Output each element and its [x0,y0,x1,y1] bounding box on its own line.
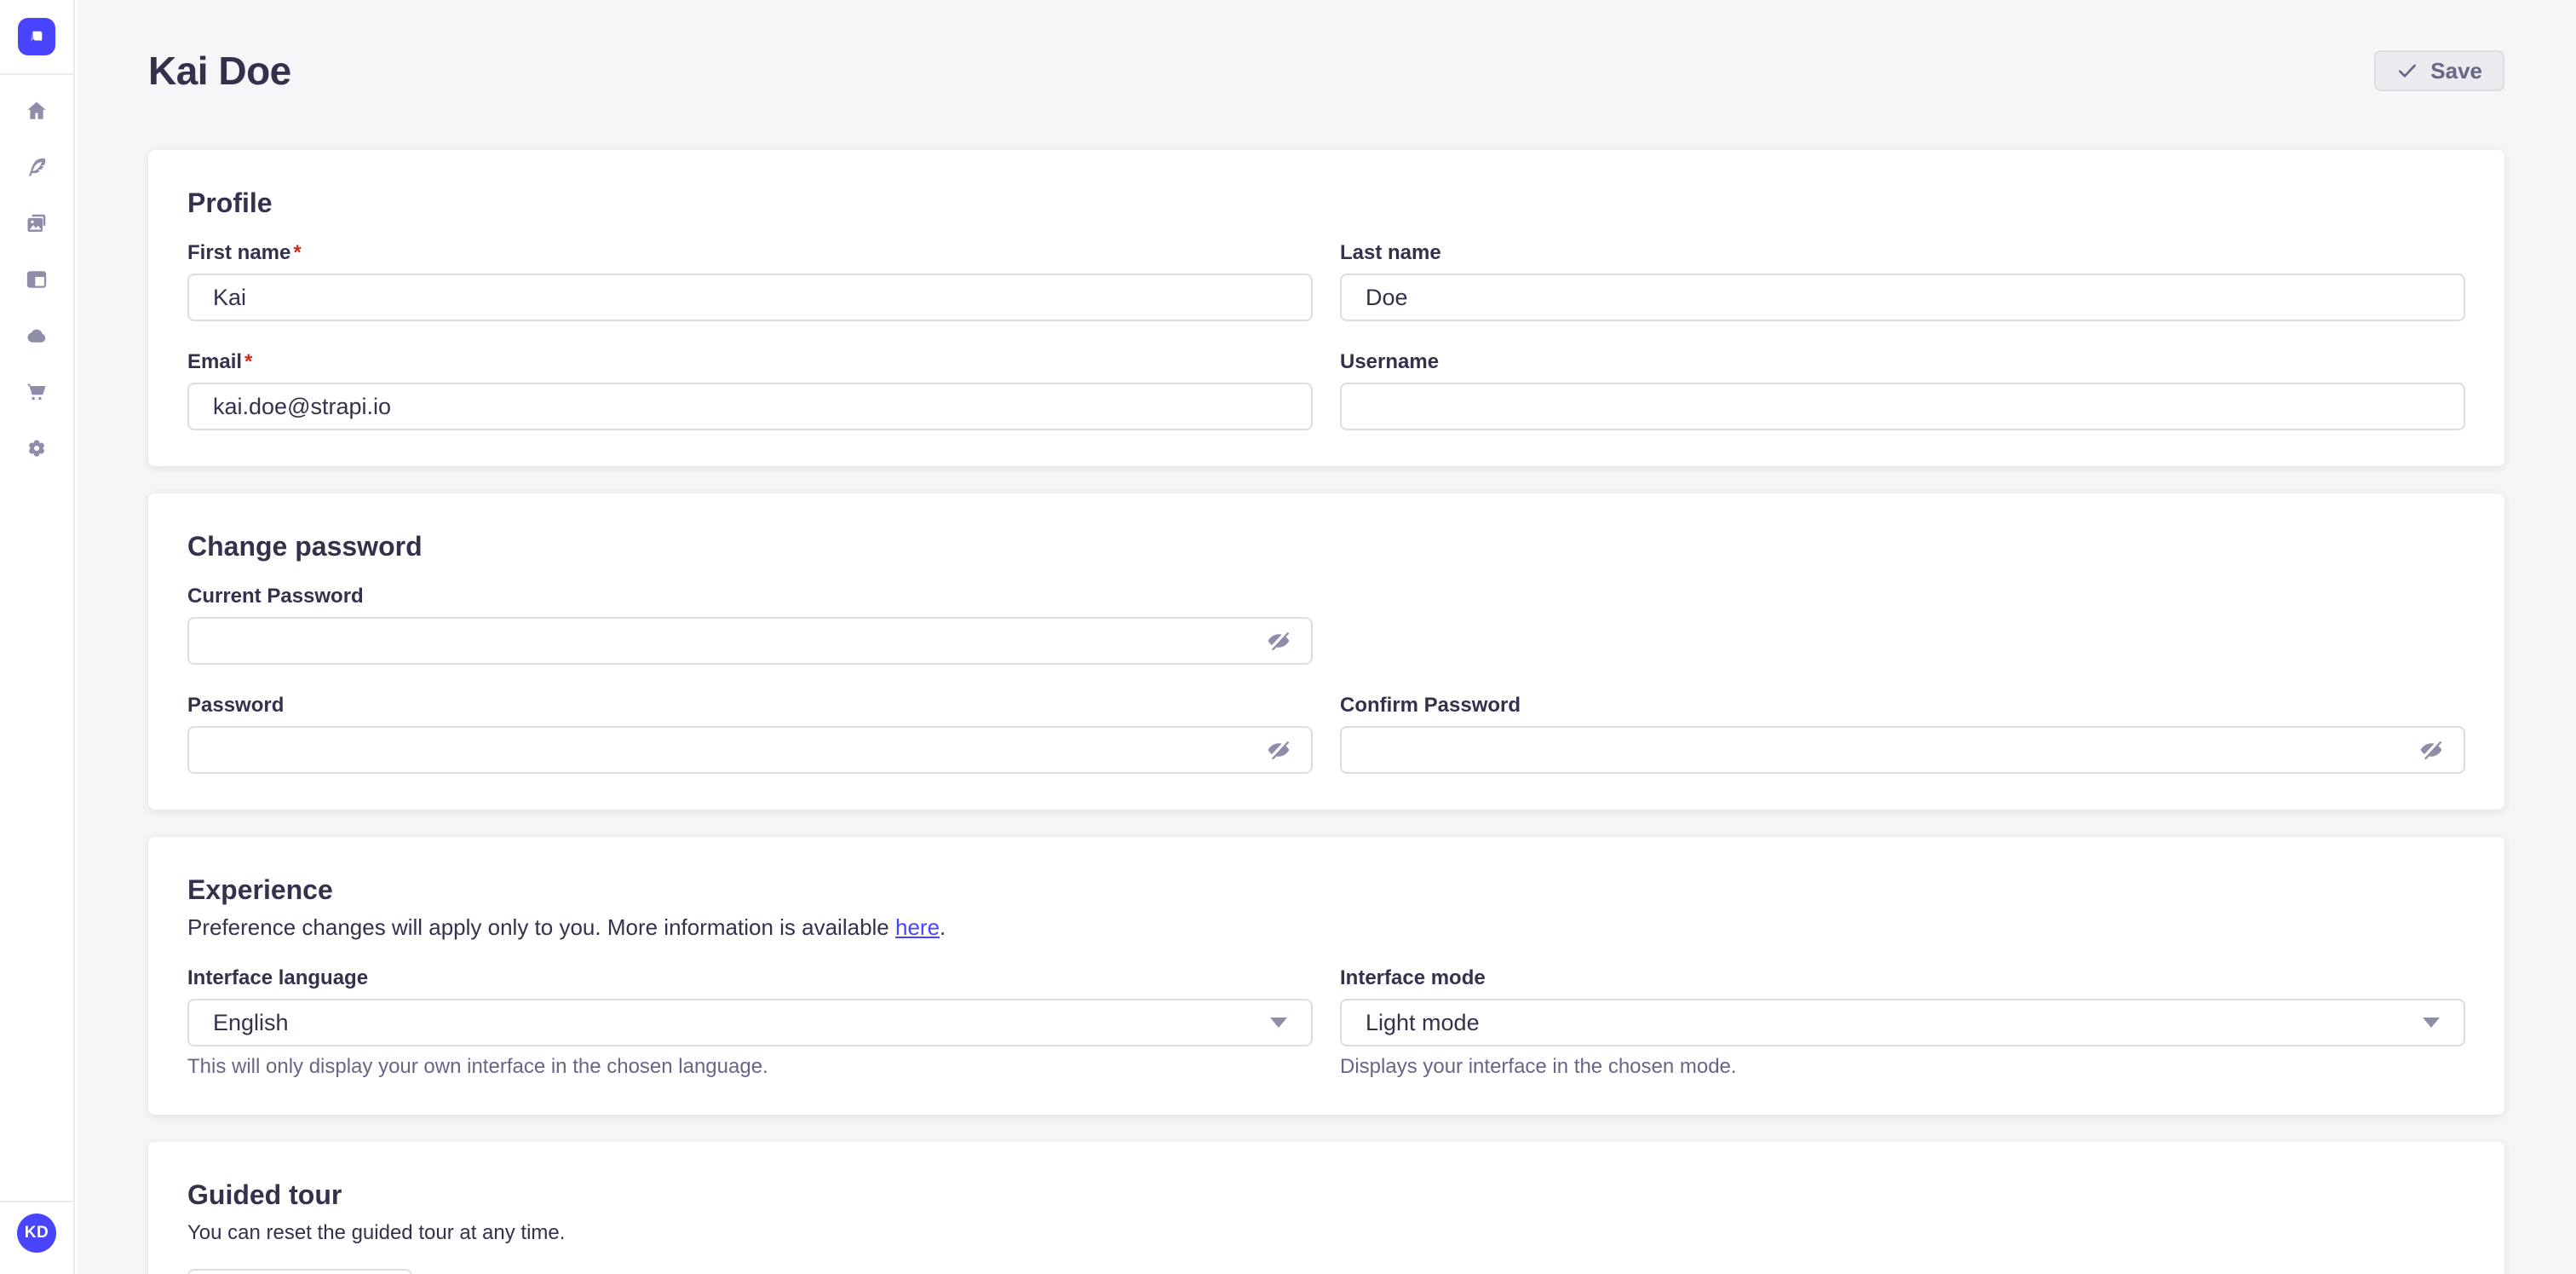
sidebar-item-marketplace[interactable] [25,380,49,404]
chevron-down-icon [2423,1017,2440,1028]
new-password-label: Password [187,694,1313,718]
cards: Profile First name* Last name Email* [148,150,2504,1274]
last-name-input[interactable] [1340,274,2465,321]
sidebar-item-settings[interactable] [25,436,49,460]
check-icon [2396,60,2418,82]
required-asterisk: * [293,241,301,264]
email-input[interactable] [187,383,1313,430]
sidebar-item-cloud[interactable] [25,324,49,348]
profile-title: Profile [187,187,2465,219]
confirm-password-label: Confirm Password [1340,694,2465,718]
current-password-field: Current Password [187,585,1313,665]
profile-card: Profile First name* Last name Email* [148,150,2504,466]
interface-mode-field: Interface mode Light mode Displays your … [1340,966,2465,1079]
home-icon [25,99,49,123]
interface-language-field: Interface language English This will onl… [187,966,1313,1079]
current-password-label: Current Password [187,585,1313,608]
avatar[interactable]: KD [17,1213,56,1253]
toggle-password-visibility-button[interactable] [1265,627,1292,654]
interface-mode-label: Interface mode [1340,966,2465,990]
here-link[interactable]: here [895,914,940,940]
gear-icon [25,436,49,460]
strapi-logo-icon[interactable] [18,18,55,55]
save-button-label: Save [2430,58,2482,84]
experience-card: Experience Preference changes will apply… [148,837,2504,1115]
new-password-input[interactable] [187,726,1313,774]
interface-mode-select[interactable]: Light mode [1340,999,2465,1046]
eye-slash-icon [1266,628,1291,654]
eye-slash-icon [2418,737,2444,763]
change-password-title: Change password [187,531,2465,562]
username-label: Username [1340,350,2465,374]
interface-language-hint: This will only display your own interfac… [187,1055,1313,1079]
toggle-password-visibility-button[interactable] [1265,736,1292,764]
last-name-field: Last name [1340,241,2465,321]
email-label: Email [187,350,242,373]
layout-icon [25,268,49,291]
change-password-card: Change password Current Password [148,493,2504,810]
last-name-label: Last name [1340,241,2465,265]
sidebar-nav [25,99,49,460]
save-button[interactable]: Save [2374,50,2504,91]
logo-area [0,0,73,75]
experience-description: Preference changes will apply only to yo… [187,914,2465,941]
chevron-down-icon [1270,1017,1287,1028]
current-password-input[interactable] [187,617,1313,665]
confirm-password-field: Confirm Password [1340,694,2465,774]
cart-icon [25,380,49,404]
sidebar-item-media-library[interactable] [25,211,49,235]
sidebar-footer: KD [0,1201,73,1274]
eye-slash-icon [1266,737,1291,763]
required-asterisk: * [244,350,252,373]
experience-title: Experience [187,874,2465,906]
sidebar-item-home[interactable] [25,99,49,123]
page-header: Kai Doe Save [148,0,2504,94]
sidebar-item-content-type-builder[interactable] [25,268,49,291]
feather-icon [25,155,49,179]
page-title: Kai Doe [148,48,291,94]
toggle-password-visibility-button[interactable] [2418,736,2445,764]
first-name-input[interactable] [187,274,1313,321]
new-password-field: Password [187,694,1313,774]
username-field: Username [1340,350,2465,430]
main-content: Kai Doe Save Profile First name* Last na… [77,0,2576,1274]
guided-tour-title: Guided tour [187,1179,2465,1211]
guided-tour-card: Guided tour You can reset the guided tou… [148,1142,2504,1274]
sidebar-item-content-manager[interactable] [25,155,49,179]
sidebar: KD [0,0,75,1274]
reset-guided-tour-button[interactable]: Reset guided tour [187,1269,412,1274]
interface-mode-hint: Displays your interface in the chosen mo… [1340,1055,2465,1079]
interface-mode-value: Light mode [1366,1010,1480,1036]
first-name-label: First name [187,241,290,264]
first-name-field: First name* [187,241,1313,321]
username-input[interactable] [1340,383,2465,430]
interface-language-value: English [213,1010,289,1036]
media-library-icon [25,211,49,235]
interface-language-select[interactable]: English [187,999,1313,1046]
guided-tour-description: You can reset the guided tour at any tim… [187,1221,2465,1245]
interface-language-label: Interface language [187,966,1313,990]
confirm-password-input[interactable] [1340,726,2465,774]
cloud-icon [25,324,49,348]
email-field: Email* [187,350,1313,430]
